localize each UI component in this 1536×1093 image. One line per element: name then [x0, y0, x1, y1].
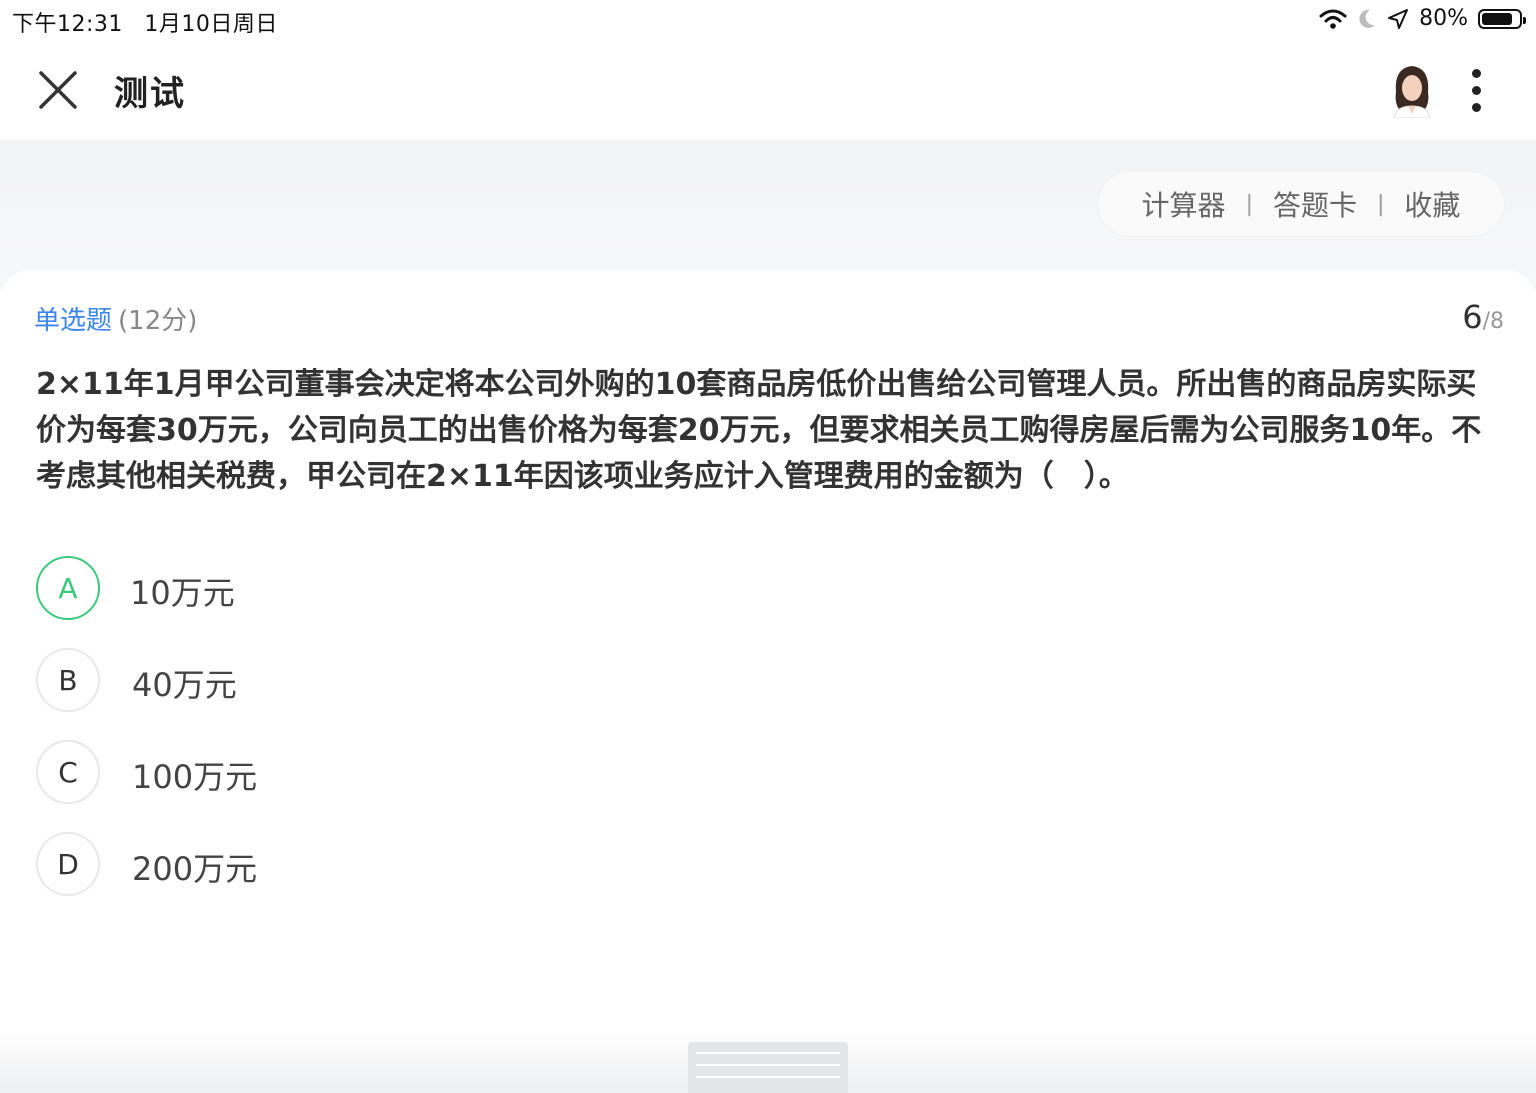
question-type-label: 单选题 — [34, 306, 113, 336]
option-a[interactable]: A 10万元 — [36, 556, 1496, 648]
total-questions: /8 — [1482, 309, 1504, 334]
question-type: 单选题 (12分) — [34, 300, 197, 337]
option-letter-circle: B — [36, 648, 100, 712]
question-text: 2×11年1月甲公司董事会决定将本公司外购的10套商品房低价出售给公司管理人员。… — [36, 367, 1482, 494]
option-letter-circle: D — [36, 832, 100, 896]
tool-pill: 计算器 | 答题卡 | 收藏 — [1098, 172, 1504, 236]
more-vertical-icon — [1462, 69, 1490, 112]
more-button[interactable] — [1462, 66, 1490, 114]
toolbar-band: 计算器 | 答题卡 | 收藏 — [0, 140, 1536, 290]
option-d[interactable]: D 200万元 — [36, 832, 1496, 924]
option-c[interactable]: C 100万元 — [36, 740, 1496, 832]
battery-icon — [1478, 8, 1526, 29]
question-score: (12分) — [118, 306, 198, 336]
option-letter-circle: A — [36, 556, 100, 620]
status-date: 1月10日周日 — [144, 12, 278, 37]
teacher-avatar-icon — [1393, 66, 1431, 119]
header-bar: 测试 — [0, 40, 1536, 140]
moon-icon — [1359, 9, 1376, 28]
tool-separator: | — [1377, 191, 1385, 217]
location-icon — [1388, 8, 1409, 29]
page-title: 测试 — [114, 74, 186, 114]
status-indicators: 80% — [1319, 6, 1526, 31]
question-progress: 6/8 — [1462, 298, 1504, 336]
option-letter-circle: C — [36, 740, 100, 804]
favorite-button[interactable]: 收藏 — [1384, 184, 1480, 224]
current-question-number: 6 — [1462, 298, 1483, 336]
option-text: 10万元 — [130, 574, 235, 612]
option-text: 200万元 — [132, 850, 258, 888]
avatar[interactable] — [1386, 62, 1438, 119]
question-card: 单选题 (12分) 6/8 2×11年1月甲公司董事会决定将本公司外购的10套商品… — [0, 270, 1536, 1093]
option-text: 40万元 — [132, 666, 237, 704]
options-list: A 10万元 B 40万元 C 100万元 D 200万元 — [36, 556, 1496, 924]
option-b[interactable]: B 40万元 — [36, 648, 1496, 740]
status-bar: 下午12:31 1月10日周日 80% — [0, 0, 1536, 40]
battery-percentage: 80% — [1419, 6, 1468, 31]
drawer-handle[interactable] — [688, 1042, 848, 1093]
option-text: 100万元 — [132, 758, 258, 796]
status-clock: 下午12:31 — [12, 12, 123, 37]
status-time: 下午12:31 1月10日周日 — [12, 6, 278, 38]
calculator-button[interactable]: 计算器 — [1122, 184, 1246, 224]
answer-card-button[interactable]: 答题卡 — [1253, 184, 1377, 224]
wifi-icon — [1319, 9, 1347, 29]
close-icon — [39, 71, 77, 109]
tool-separator: | — [1245, 191, 1253, 217]
quiz-page: 下午12:31 1月10日周日 80% 测试 计算器 | 答题卡 | 收藏 单选… — [0, 0, 1536, 1093]
close-button[interactable] — [36, 68, 80, 112]
